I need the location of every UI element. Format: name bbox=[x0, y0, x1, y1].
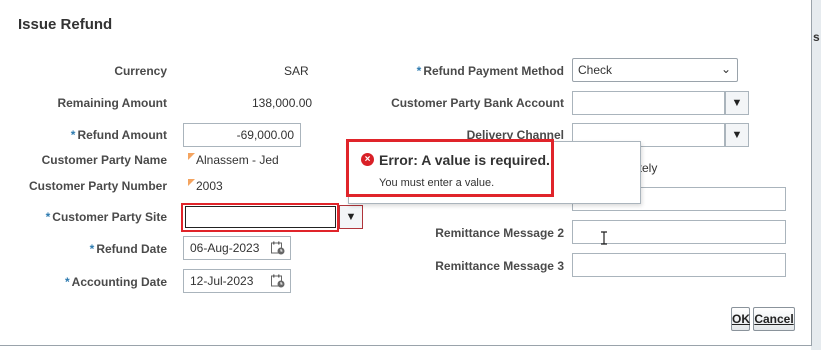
accounting-date-label-text: Accounting Date bbox=[71, 275, 167, 289]
currency-value: SAR bbox=[284, 64, 309, 78]
party-number-value: 2003 bbox=[188, 179, 223, 193]
party-site-label-text: Customer Party Site bbox=[52, 210, 167, 224]
party-name-value: Alnassem - Jed bbox=[188, 153, 279, 167]
remaining-amount-value: 138,000.00 bbox=[252, 96, 313, 110]
change-indicator-icon bbox=[188, 179, 195, 186]
remittance-message-3-input[interactable] bbox=[572, 253, 786, 277]
party-name-label: Customer Party Name bbox=[41, 153, 167, 167]
calendar-icon[interactable] bbox=[271, 241, 285, 255]
party-site-dropdown-button[interactable]: ▼ bbox=[339, 205, 363, 229]
issue-refund-dialog: Issue Refund Currency SAR Remaining Amou… bbox=[0, 0, 812, 346]
calendar-icon[interactable] bbox=[271, 274, 285, 288]
remittance2-label: Remittance Message 2 bbox=[435, 226, 564, 240]
required-marker: * bbox=[89, 242, 95, 256]
payment-method-label: * Refund Payment Method bbox=[417, 64, 564, 78]
party-name-text: Alnassem - Jed bbox=[196, 153, 279, 167]
chevron-down-icon: ⌄ bbox=[720, 62, 731, 76]
delivery-channel-dropdown-button[interactable]: ▼ bbox=[725, 123, 749, 147]
refund-amount-label: * Refund Amount bbox=[71, 128, 167, 142]
currency-label: Currency bbox=[114, 64, 167, 78]
bank-account-input[interactable] bbox=[572, 91, 725, 115]
remittance3-label: Remittance Message 3 bbox=[435, 259, 564, 273]
error-popup-highlight bbox=[346, 139, 554, 197]
bank-account-label: Customer Party Bank Account bbox=[391, 96, 564, 110]
payment-method-label-text: Refund Payment Method bbox=[423, 64, 564, 78]
party-number-label: Customer Party Number bbox=[28, 179, 167, 193]
ok-button[interactable]: OK bbox=[731, 307, 750, 331]
bank-account-dropdown-button[interactable]: ▼ bbox=[725, 91, 749, 115]
background-partial-text: s bbox=[813, 30, 820, 44]
payment-method-value: Check bbox=[578, 63, 613, 77]
refund-date-label: * Refund Date bbox=[90, 242, 167, 256]
required-marker: * bbox=[64, 275, 70, 289]
payment-method-select[interactable]: Check ⌄ bbox=[572, 58, 738, 82]
cancel-button[interactable]: Cancel bbox=[753, 307, 795, 331]
refund-amount-input[interactable]: -69,000.00 bbox=[183, 123, 301, 147]
party-number-text: 2003 bbox=[196, 179, 223, 193]
background-page bbox=[811, 0, 821, 350]
required-marker: * bbox=[416, 64, 422, 78]
required-marker: * bbox=[70, 128, 76, 142]
party-site-label: * Customer Party Site bbox=[46, 210, 167, 224]
refund-date-label-text: Refund Date bbox=[96, 242, 167, 256]
refund-amount-label-text: Refund Amount bbox=[77, 128, 167, 142]
accounting-date-label: * Accounting Date bbox=[65, 275, 167, 289]
remaining-amount-label: Remaining Amount bbox=[57, 96, 167, 110]
dialog-title: Issue Refund bbox=[18, 16, 113, 33]
required-marker: * bbox=[45, 210, 51, 224]
text-cursor-icon bbox=[601, 231, 607, 245]
party-site-input[interactable] bbox=[185, 206, 336, 228]
change-indicator-icon bbox=[188, 153, 195, 160]
